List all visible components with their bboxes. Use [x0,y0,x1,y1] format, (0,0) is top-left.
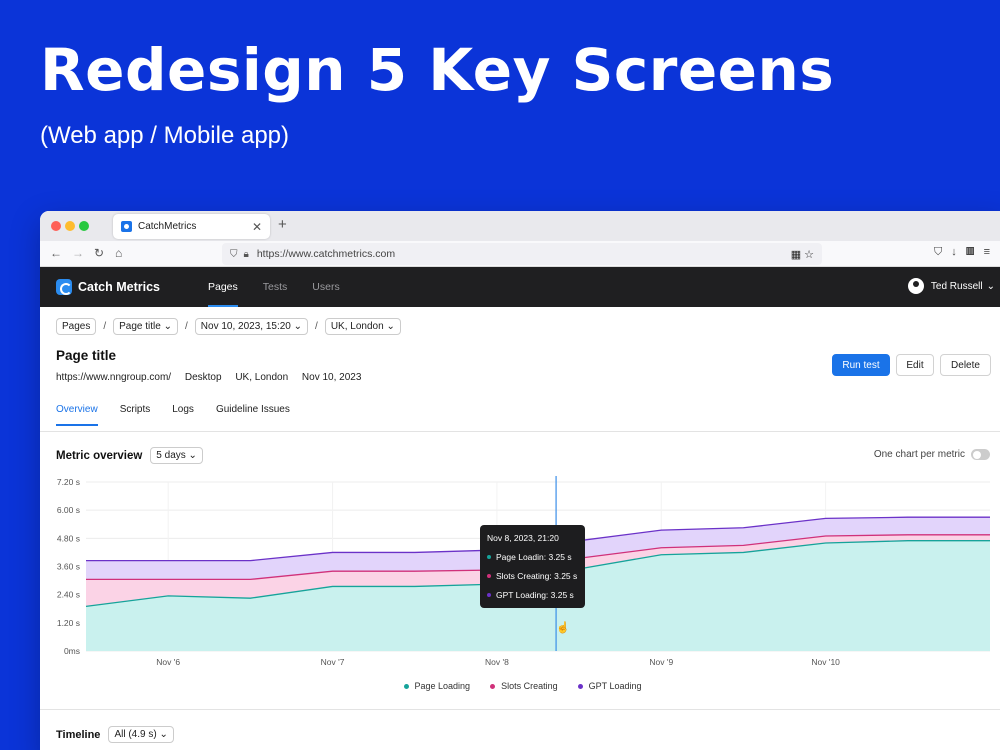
divider [40,431,1000,432]
chart-tooltip: Nov 8, 2023, 21:20 Page Loadin: 3.25 s S… [480,525,585,608]
tooltip-row: Page Loadin: 3.25 s [487,552,578,562]
nav-pages[interactable]: Pages [207,267,238,307]
page-url: https://www.nngroup.com/ [56,372,172,383]
page-device: Desktop [184,372,222,383]
series-dot-icon [487,574,491,578]
y-tick-label: 2.40 s [57,590,80,600]
per-metric-label: One chart per metric [873,449,965,460]
hero-subtitle: (Web app / Mobile app) [40,122,290,149]
y-tick-label: 3.60 s [57,562,80,572]
breadcrumb-pages[interactable]: Pages [56,318,97,335]
page-date: Nov 10, 2023 [301,372,362,383]
breadcrumb-separator: / [315,321,318,332]
zoom-window-button[interactable] [79,221,89,231]
close-window-button[interactable] [51,221,61,231]
url-text: https://www.catchmetrics.com [256,248,396,260]
user-name: Ted Russell [930,280,983,292]
home-icon[interactable]: ⌂ [115,246,122,260]
tab-scripts[interactable]: Scripts [120,404,151,426]
page-tabs: Overview Scripts Logs Guideline Issues [56,404,312,426]
delete-button[interactable]: Delete [940,354,991,376]
minimize-window-button[interactable] [65,221,75,231]
x-tick-label: Nov '7 [321,657,345,667]
tab-logs[interactable]: Logs [172,404,194,426]
y-tick-label: 1.20 s [57,618,80,628]
series-dot-icon [490,683,496,689]
catchmetrics-favicon-icon [121,221,132,232]
page-location: UK, London [235,372,289,383]
per-metric-toggle-row: One chart per metric [874,449,990,460]
shield-icon[interactable]: ⛉ [230,249,238,260]
breadcrumb-date-select[interactable]: Nov 10, 2023, 15:20 ⌄ [194,318,309,335]
catchmetrics-logo-icon [56,279,72,295]
nav-users[interactable]: Users [312,267,339,307]
avatar [907,278,924,294]
tab-close-icon[interactable]: ✕ [252,220,262,234]
divider [40,709,1000,710]
tab-title: CatchMetrics [138,221,197,232]
browser-window: CatchMetrics ✕ + ← → ↻ ⌂ ⛉ 🔒︎ https://ww… [40,211,1000,750]
page-title: Page title [56,348,117,363]
series-dot-icon [487,593,491,597]
per-metric-toggle[interactable] [971,449,990,460]
nav-tests[interactable]: Tests [263,267,288,307]
breadcrumb-separator: / [185,321,188,332]
series-dot-icon [403,683,409,689]
tooltip-row: GPT Loading: 3.25 s [487,590,578,600]
cursor-hand-icon: ☝ [556,620,570,634]
metric-overview-title: Metric overview [56,449,143,462]
chevron-down-icon: ⌄ [159,729,168,740]
tab-strip: CatchMetrics ✕ + [40,211,1000,241]
x-tick-label: Nov '9 [649,657,673,667]
legend-page-loading[interactable]: Page Loading [403,681,470,691]
breadcrumb-location-select[interactable]: UK, London ⌄ [324,318,401,335]
chevron-down-icon: ⌄ [293,321,303,332]
legend-slots-creating[interactable]: Slots Creating [490,681,558,691]
timeline-range-select[interactable]: All (4.9 s) ⌄ [108,726,174,743]
x-tick-label: Nov '8 [485,657,509,667]
hero-title: Redesign 5 Key Screens [40,36,835,104]
forward-icon[interactable]: → [72,246,84,260]
legend-gpt-loading[interactable]: GPT Loading [577,681,641,691]
breadcrumb: Pages / Page title ⌄ / Nov 10, 2023, 15:… [56,318,401,335]
chevron-down-icon: ⌄ [188,450,197,461]
breadcrumb-page-select[interactable]: Page title ⌄ [113,318,179,335]
chart-legend: Page Loading Slots Creating GPT Loading [40,681,1000,691]
edit-button[interactable]: Edit [896,354,934,376]
extensions-icon[interactable]: ▦ ☆ [791,248,814,261]
tooltip-row: Slots Creating: 3.25 s [487,571,578,581]
browser-tools-icon[interactable]: ⛉↓▦≡ [934,246,999,259]
reload-icon[interactable]: ↻ [94,246,104,260]
metric-header: Metric overview 5 days ⌄ [56,447,203,464]
series-dot-icon [487,555,491,559]
page-meta: https://www.nngroup.com/ Desktop UK, Lon… [56,372,372,383]
app-header: Catch Metrics Pages Tests Users Ted Russ… [40,267,1000,307]
timeline-title: Timeline [56,728,101,741]
run-test-button[interactable]: Run test [832,354,890,376]
browser-tab[interactable]: CatchMetrics ✕ [113,214,270,239]
y-tick-label: 6.00 s [57,505,80,515]
chevron-down-icon: ⌄ [386,321,395,332]
chevron-down-icon: ⌄ [163,321,173,332]
breadcrumb-separator: / [103,321,107,332]
back-icon[interactable]: ← [50,246,62,260]
address-bar[interactable]: ⛉ 🔒︎ https://www.catchmetrics.com ▦ ☆ [222,243,822,265]
y-tick-label: 7.20 s [57,477,80,487]
range-select[interactable]: 5 days ⌄ [150,447,203,464]
brand-name[interactable]: Catch Metrics [78,280,160,294]
x-tick-label: Nov '6 [156,657,180,667]
y-tick-label: 0ms [64,646,80,656]
y-tick-label: 4.80 s [57,533,80,543]
series-dot-icon [577,683,583,689]
timeline-header: Timeline All (4.9 s) ⌄ [56,726,174,743]
tab-overview[interactable]: Overview [56,404,98,426]
lock-icon[interactable]: 🔒︎ [244,249,249,260]
tooltip-title: Nov 8, 2023, 21:20 [487,533,559,543]
x-tick-label: Nov '10 [811,657,840,667]
user-menu[interactable]: Ted Russell ⌄ [907,278,995,294]
toolbar: ← → ↻ ⌂ ⛉ 🔒︎ https://www.catchmetrics.co… [40,241,1000,267]
chevron-down-icon: ⌄ [986,280,995,292]
tab-guideline-issues[interactable]: Guideline Issues [216,404,290,426]
new-tab-icon[interactable]: + [278,216,287,233]
